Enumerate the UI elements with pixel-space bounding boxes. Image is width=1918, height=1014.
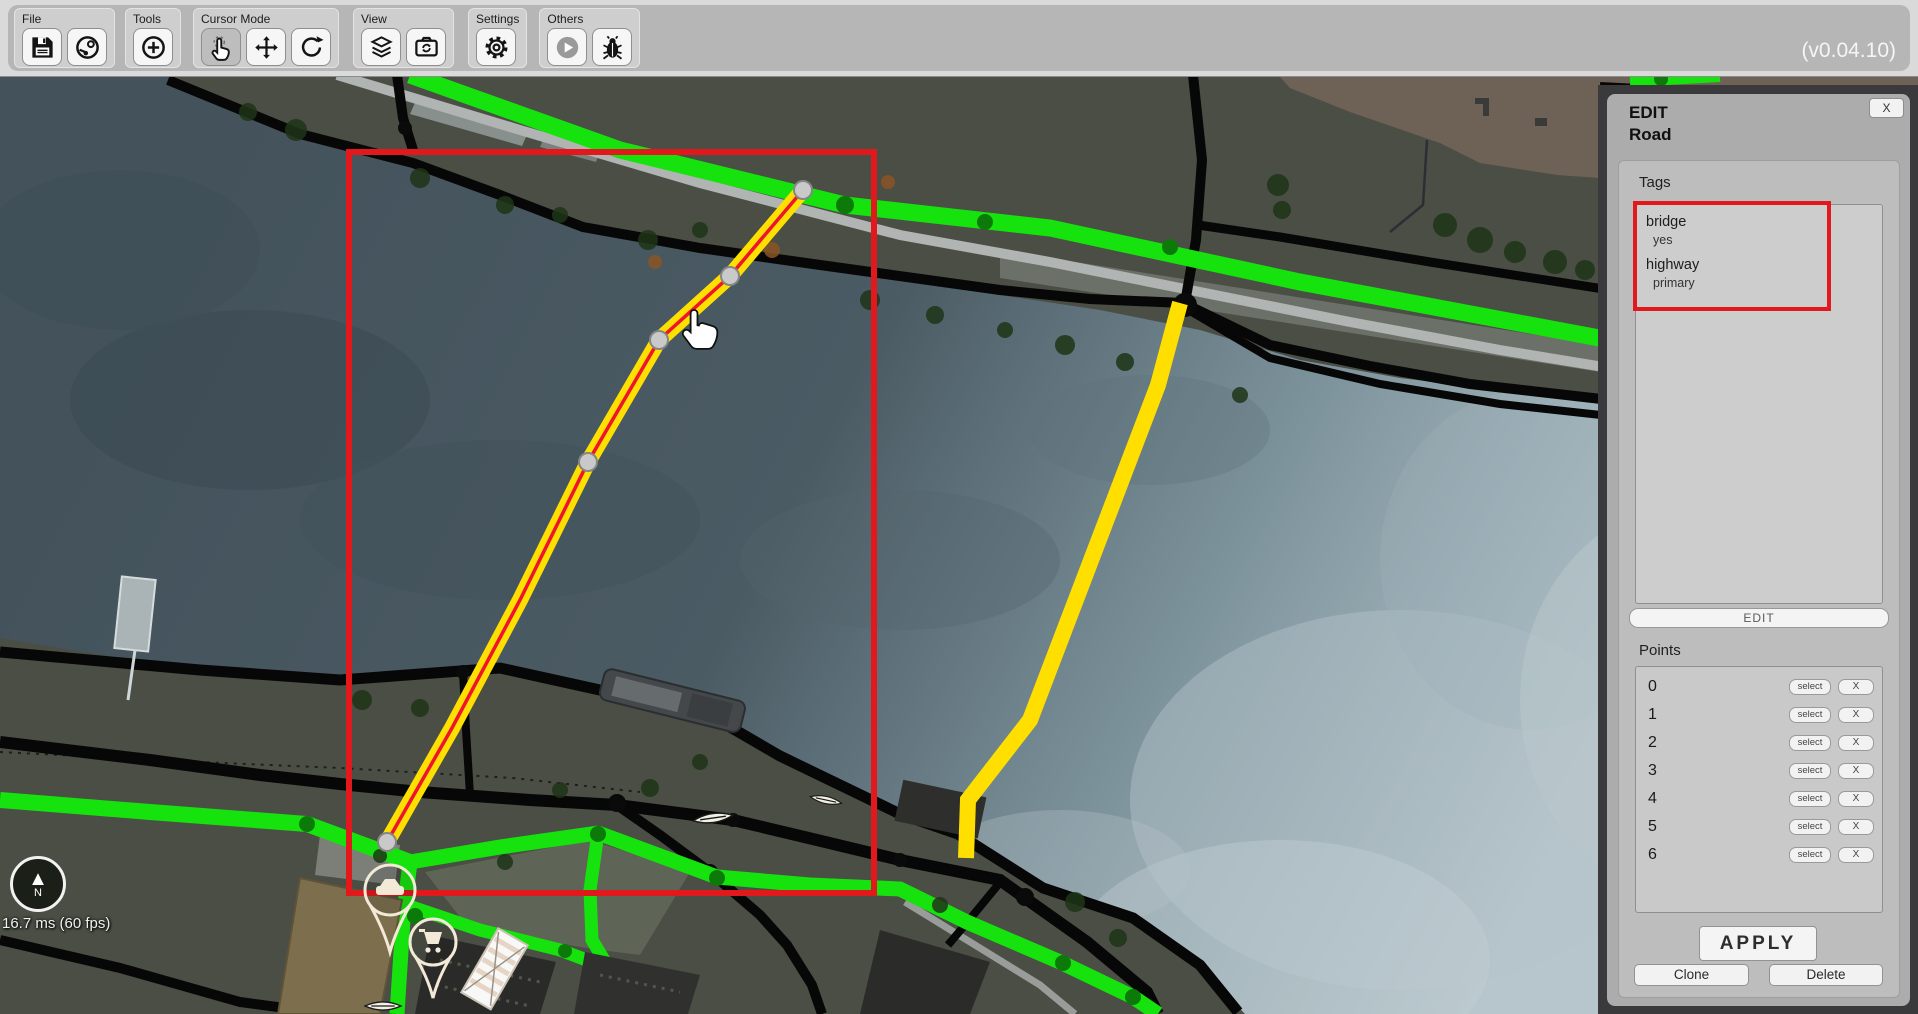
- debug-button[interactable]: [592, 28, 633, 66]
- toolbar-group-tools: Tools: [125, 8, 181, 68]
- points-list: 0 select X 1 select X 2 select X 3 selec…: [1635, 666, 1883, 913]
- add-circle-icon: [141, 35, 165, 59]
- tag-key: highway: [1646, 257, 1700, 273]
- layers-button[interactable]: [361, 28, 401, 66]
- move-arrows-icon: [254, 35, 278, 59]
- point-delete-button[interactable]: X: [1838, 679, 1874, 695]
- bug-icon: [602, 35, 622, 59]
- edit-tags-button[interactable]: EDIT: [1629, 608, 1889, 628]
- toolbar-group-cursor-mode: Cursor Mode: [193, 8, 339, 68]
- compass-arrow-icon: ▲: [28, 867, 48, 890]
- rotate-icon: [301, 35, 324, 57]
- point-row: 1 select X: [1636, 701, 1882, 729]
- point-delete-button[interactable]: X: [1838, 735, 1874, 751]
- point-row: 6 select X: [1636, 841, 1882, 869]
- save-icon: [31, 36, 53, 58]
- point-index: 5: [1648, 818, 1657, 835]
- point-select-button[interactable]: select: [1789, 847, 1831, 863]
- panel-title: EDIT Road: [1629, 102, 1672, 146]
- screenshot-button[interactable]: [406, 28, 446, 66]
- point-index: 4: [1648, 790, 1657, 807]
- tag-entry: highway primary: [1646, 256, 1882, 292]
- toolbar-group-others: Others: [539, 8, 641, 68]
- point-row: 4 select X: [1636, 785, 1882, 813]
- group-label: View: [361, 12, 387, 26]
- point-index: 3: [1648, 762, 1657, 779]
- panel-title-edit: EDIT: [1629, 103, 1668, 122]
- point-index: 6: [1648, 846, 1657, 863]
- add-node-button[interactable]: [133, 28, 173, 66]
- layers-icon: [369, 35, 393, 58]
- edit-road-panel: EDIT Road X Tags bridge yes highway prim…: [1607, 94, 1910, 1006]
- compass[interactable]: ▲ N: [10, 856, 66, 912]
- group-label: Settings: [476, 12, 520, 26]
- toolbar-container: File Tools Cursor Mode View Settings Oth…: [8, 5, 1910, 71]
- point-row: 3 select X: [1636, 757, 1882, 785]
- cursor-rotate-button[interactable]: [291, 28, 331, 66]
- point-select-button[interactable]: select: [1789, 791, 1831, 807]
- point-index: 0: [1648, 678, 1657, 695]
- gear-icon: [484, 35, 508, 59]
- camera-refresh-icon: [414, 36, 438, 56]
- clone-button[interactable]: Clone: [1634, 964, 1749, 986]
- top-toolbar: File Tools Cursor Mode View Settings Oth…: [0, 0, 1918, 77]
- group-label: Cursor Mode: [201, 12, 271, 26]
- tags-list[interactable]: bridge yes highway primary: [1635, 204, 1883, 604]
- point-select-button[interactable]: select: [1789, 735, 1831, 751]
- save-button[interactable]: [22, 28, 62, 66]
- cursor-select-button[interactable]: [201, 28, 241, 66]
- point-select-button[interactable]: select: [1789, 679, 1831, 695]
- toolbar-group-settings: Settings: [468, 8, 528, 68]
- point-delete-button[interactable]: X: [1838, 707, 1874, 723]
- hand-tap-icon: [211, 35, 230, 61]
- fps-counter: 16.7 ms (60 fps): [2, 915, 111, 932]
- point-row: 2 select X: [1636, 729, 1882, 757]
- cursor-move-button[interactable]: [246, 28, 286, 66]
- point-delete-button[interactable]: X: [1838, 763, 1874, 779]
- group-label: Tools: [133, 12, 162, 26]
- edit-panel-dock: EDIT Road X Tags bridge yes highway prim…: [1598, 85, 1918, 1014]
- point-select-button[interactable]: select: [1789, 819, 1831, 835]
- tags-section-label: Tags: [1639, 174, 1671, 191]
- tag-value: primary: [1653, 276, 1695, 290]
- point-index: 2: [1648, 734, 1657, 751]
- panel-title-road: Road: [1629, 125, 1672, 144]
- compass-north-label: N: [34, 886, 42, 899]
- steam-workshop-button[interactable]: [67, 28, 107, 66]
- points-section-label: Points: [1639, 642, 1681, 659]
- point-index: 1: [1648, 706, 1657, 723]
- tag-entry: bridge yes: [1646, 213, 1882, 249]
- point-row: 5 select X: [1636, 813, 1882, 841]
- point-delete-button[interactable]: X: [1838, 819, 1874, 835]
- group-label: Others: [547, 12, 584, 26]
- steam-icon: [75, 35, 99, 59]
- toolbar-group-file: File: [14, 8, 115, 68]
- toolbar-group-view: View: [353, 8, 454, 68]
- group-label: File: [22, 12, 42, 26]
- tag-value: yes: [1653, 233, 1673, 247]
- point-row: 0 select X: [1636, 673, 1882, 701]
- delete-button[interactable]: Delete: [1769, 964, 1883, 986]
- play-icon: [556, 36, 579, 58]
- point-select-button[interactable]: select: [1789, 707, 1831, 723]
- point-delete-button[interactable]: X: [1838, 791, 1874, 807]
- apply-button[interactable]: APPLY: [1699, 926, 1817, 961]
- close-button[interactable]: X: [1869, 98, 1904, 118]
- version-label: (v0.04.10): [1801, 39, 1896, 62]
- settings-button[interactable]: [476, 28, 516, 66]
- play-button[interactable]: [547, 28, 588, 66]
- point-select-button[interactable]: select: [1789, 763, 1831, 779]
- point-delete-button[interactable]: X: [1838, 847, 1874, 863]
- tag-key: bridge: [1646, 214, 1687, 230]
- panel-body: Tags bridge yes highway primary EDIT Poi…: [1618, 160, 1900, 998]
